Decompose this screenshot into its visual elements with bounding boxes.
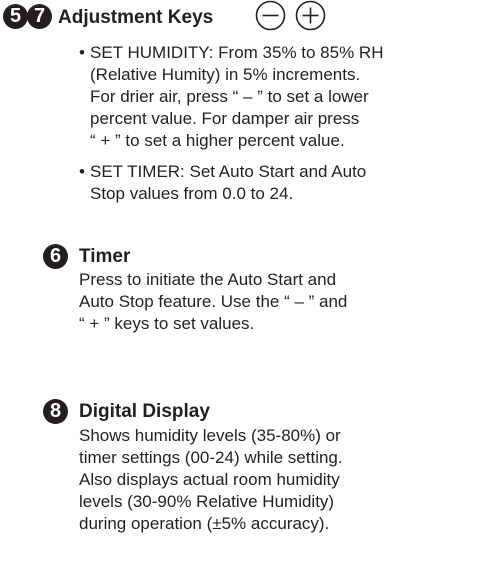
badge-5: 5 (3, 4, 28, 29)
set-timer-bullet: SET TIMER: Set Auto Start and Auto Stop … (79, 161, 469, 205)
bullet-line: SET TIMER: Set Auto Start and Auto (79, 161, 469, 183)
description-line: Also displays actual room humidity (79, 470, 340, 489)
minus-key-icon (255, 0, 286, 31)
description-line: during operation (±5% accuracy). (79, 514, 330, 533)
bullet-line: Stop values from 0.0 to 24. (90, 184, 294, 203)
digital-display-title: Digital Display (79, 401, 210, 422)
bullet-line: For drier air, press “ – ” to set a lowe… (90, 87, 369, 106)
plus-key-icon (295, 0, 326, 31)
description-line: “ + ” keys to set values. (79, 314, 255, 333)
bullet-line: percent value. For damper air press (90, 109, 360, 128)
timer-section: 6 Timer Press to initiate the Auto Start… (0, 244, 477, 364)
bullet-line: “ + ” to set a higher percent value. (90, 131, 345, 150)
digital-display-description: Shows humidity levels (35-80%) or timer … (79, 425, 343, 535)
digital-display-section: 8 Digital Display Shows humidity levels … (0, 399, 477, 559)
adjustment-keys-section: 5 7 Adjustment Keys SET HUMIDITY: From 3… (0, 0, 477, 250)
set-humidity-bullet: SET HUMIDITY: From 35% to 85% RH (Relati… (79, 42, 469, 152)
timer-description: Press to initiate the Auto Start and Aut… (79, 269, 347, 335)
description-line: Press to initiate the Auto Start and (79, 270, 337, 289)
badge-8: 8 (43, 399, 68, 424)
adjustment-keys-title: Adjustment Keys (58, 7, 214, 28)
description-line: levels (30-90% Relative Humidity) (79, 492, 335, 511)
bullet-line: (Relative Humity) in 5% increments. (90, 65, 361, 84)
badge-6: 6 (43, 244, 68, 269)
description-line: Auto Stop feature. Use the “ – ” and (79, 292, 348, 311)
description-line: Shows humidity levels (35-80%) or (79, 426, 341, 445)
timer-title: Timer (79, 246, 131, 267)
badge-7: 7 (27, 4, 52, 29)
bullet-line: SET HUMIDITY: From 35% to 85% RH (79, 42, 469, 64)
description-line: timer settings (00-24) while setting. (79, 448, 343, 467)
